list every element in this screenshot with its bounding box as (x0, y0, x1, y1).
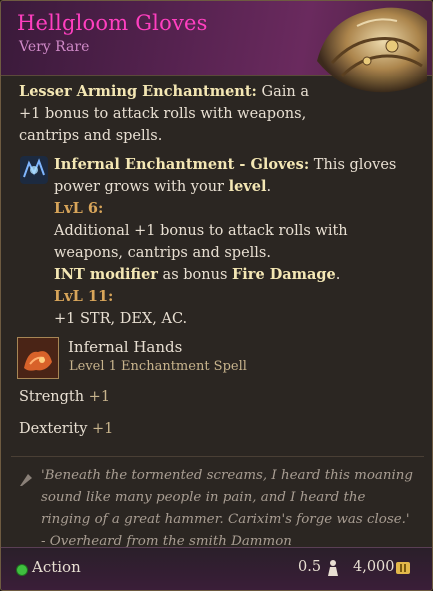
level-keyword: level (228, 178, 267, 195)
divider (11, 456, 424, 457)
gold-value: 4,000 (353, 559, 395, 575)
weight-value: 0.5 (298, 559, 322, 575)
weight-icon (328, 560, 338, 576)
infernal-enchantment-icon (20, 156, 48, 184)
item-rarity: Very Rare (19, 39, 90, 55)
stat-name: Strength (19, 389, 85, 405)
stat-name: Dexterity (19, 421, 88, 437)
stat-value: +1 (88, 389, 111, 405)
stat-value: +1 (92, 421, 114, 437)
infernal-enchantment-label: Infernal Enchantment - Gloves: (54, 156, 310, 173)
flavor-quote: 'Beneath the tormented screams, I heard … (41, 468, 413, 549)
action-dot-icon (16, 564, 28, 576)
lesser-arming-label: Lesser Arming Enchantment: (19, 83, 257, 100)
action-label: Action (32, 558, 81, 576)
stat-dexterity: Dexterity +1 (19, 421, 113, 437)
int-modifier-mid: as bonus (157, 267, 232, 283)
item-title: Hellgloom Gloves (17, 11, 208, 35)
level-period: . (266, 179, 272, 195)
gold-coin-icon (396, 562, 410, 574)
spell-subtitle: Level 1 Enchantment Spell (69, 359, 247, 374)
lvl6-label: LvL 6: (54, 200, 104, 217)
lvl6-text: Additional +1 bonus to attack rolls with… (54, 223, 348, 261)
spell-name: Infernal Hands (68, 338, 183, 356)
fire-damage-period: . (335, 267, 341, 283)
infernal-enchantment-description: Infernal Enchantment - Gloves: This glov… (54, 154, 414, 330)
tooltip-header: Hellgloom Gloves Very Rare (1, 1, 432, 93)
stat-strength: Strength +1 (19, 389, 110, 405)
int-modifier-label: INT modifier (54, 266, 158, 283)
tooltip-footer: Action 0.5 4,000 (1, 547, 432, 590)
fire-damage-label: Fire Damage (232, 266, 336, 283)
quill-icon (20, 474, 32, 486)
item-tooltip: Hellgloom Gloves Very Rare Lesser Arming… (0, 0, 433, 591)
lvl11-text: +1 STR, DEX, AC. (54, 311, 188, 327)
infernal-hands-icon[interactable] (17, 337, 59, 379)
lvl11-label: LvL 11: (54, 288, 114, 305)
lesser-arming-description: Lesser Arming Enchantment: Gain a +1 bon… (19, 81, 319, 147)
